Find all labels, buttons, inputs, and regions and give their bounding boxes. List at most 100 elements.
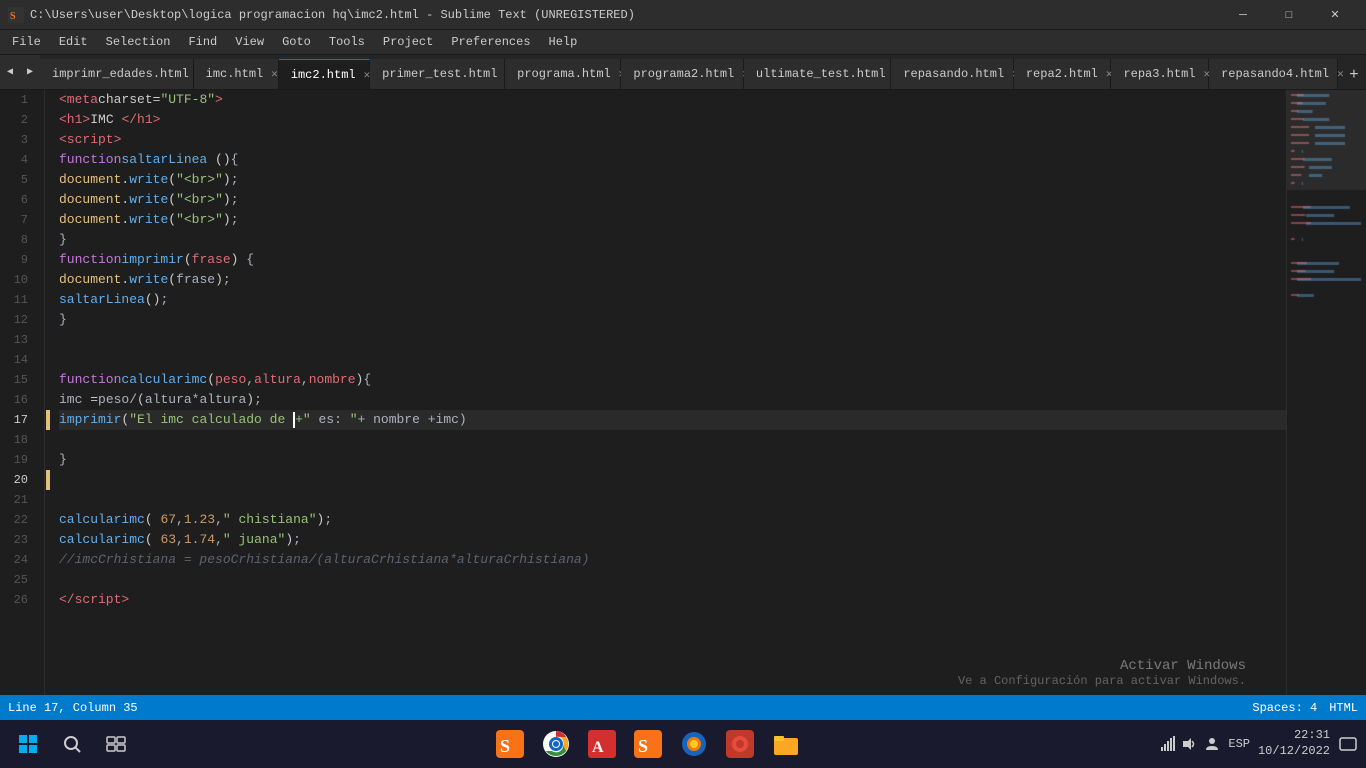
tab-repa2-html[interactable]: repa2.html✕	[1014, 59, 1112, 89]
taskbar-left	[8, 724, 136, 764]
taskbar-chrome-icon[interactable]	[536, 724, 576, 764]
close-button[interactable]: ✕	[1312, 0, 1358, 30]
line-number-3: 3	[0, 130, 36, 150]
taskbar-sublime-icon[interactable]: S	[490, 724, 530, 764]
tab-imc2-html[interactable]: imc2.html✕	[279, 59, 370, 89]
tab-repasando-html[interactable]: repasando.html✕	[891, 59, 1014, 89]
menu-item-goto[interactable]: Goto	[274, 32, 319, 53]
status-right: Spaces: 4 HTML	[1252, 701, 1358, 715]
line-number-19: 19	[0, 450, 36, 470]
tab-repa3-html[interactable]: repa3.html✕	[1111, 59, 1209, 89]
menu-item-view[interactable]: View	[227, 32, 272, 53]
code-line-12: }	[59, 310, 1286, 330]
editor: 1234567891011121314151617181920212223242…	[0, 90, 1366, 695]
tab-label: imc.html	[206, 67, 264, 81]
line-number-13: 13	[0, 330, 36, 350]
code-line-13	[59, 330, 1286, 350]
status-left: Line 17, Column 35	[8, 701, 138, 715]
menu-item-selection[interactable]: Selection	[98, 32, 179, 53]
line-number-14: 14	[0, 350, 36, 370]
code-line-26: </script>	[59, 590, 1286, 610]
code-line-18	[59, 430, 1286, 450]
status-line-col: Line 17, Column 35	[8, 701, 138, 715]
svg-text:S: S	[638, 736, 648, 756]
code-line-25	[59, 570, 1286, 590]
tab-scroll-left[interactable]: ◀	[0, 55, 20, 89]
notification-icon[interactable]	[1338, 734, 1358, 754]
clock-time: 22:31	[1258, 728, 1330, 744]
code-line-5: document.write("<br>");	[59, 170, 1286, 190]
minimap-canvas	[1287, 90, 1366, 695]
code-line-19: }	[59, 450, 1286, 470]
start-button[interactable]	[8, 724, 48, 764]
code-line-14	[59, 350, 1286, 370]
window-controls[interactable]: ─ □ ✕	[1220, 0, 1358, 30]
code-line-1: <meta charset="UTF-8">	[59, 90, 1286, 110]
tab-bar: ◀ ▶ imprimr_edades.html✕imc.html✕imc2.ht…	[0, 55, 1366, 90]
title-bar: S C:\Users\user\Desktop\logica programac…	[0, 0, 1366, 30]
window-title: C:\Users\user\Desktop\logica programacio…	[30, 8, 635, 22]
windows-activation-notice: Activar Windows Ve a Configuración para …	[958, 658, 1246, 688]
line-number-15: 15	[0, 370, 36, 390]
taskbar-firefox-icon[interactable]	[674, 724, 714, 764]
system-tray-icons[interactable]	[1160, 736, 1220, 752]
code-line-10: document.write(frase);	[59, 270, 1286, 290]
indicator-20	[46, 470, 50, 490]
line-number-21: 21	[0, 490, 36, 510]
menu-item-file[interactable]: File	[4, 32, 49, 53]
tab-label: ultimate_test.html	[756, 67, 886, 81]
code-line-24: //imcCrhistiana = pesoCrhistiana/(altura…	[59, 550, 1286, 570]
tab-scroll-right[interactable]: ▶	[20, 55, 40, 89]
code-line-22: calcularimc( 67,1.23 ," chistiana");	[59, 510, 1286, 530]
taskbar: S A S	[0, 720, 1366, 768]
keyboard-language: ESP	[1228, 737, 1250, 751]
line-number-23: 23	[0, 530, 36, 550]
tab-label: repa2.html	[1026, 67, 1098, 81]
line-number-22: 22	[0, 510, 36, 530]
minimize-button[interactable]: ─	[1220, 0, 1266, 30]
taskbar-center: S A S	[490, 724, 806, 764]
code-line-21	[59, 490, 1286, 510]
taskbar-sublime2-icon[interactable]: S	[628, 724, 668, 764]
tab-repasando4-html[interactable]: repasando4.html✕	[1209, 59, 1338, 89]
tab-programa2-html[interactable]: programa2.html✕	[621, 59, 744, 89]
tab-label: imprimr_edades.html	[52, 67, 189, 81]
tab-primer_test-html[interactable]: primer_test.html✕	[370, 59, 505, 89]
menu-item-edit[interactable]: Edit	[51, 32, 96, 53]
code-line-6: document.write("<br>");	[59, 190, 1286, 210]
search-button[interactable]	[52, 724, 92, 764]
taskbar-acrobat-icon[interactable]: A	[582, 724, 622, 764]
tab-imc-html[interactable]: imc.html✕	[194, 59, 279, 89]
tab-label: repasando4.html	[1221, 67, 1329, 81]
code-line-7: document.write("<br>");	[59, 210, 1286, 230]
tab-programa-html[interactable]: programa.html✕	[505, 59, 621, 89]
taskbar-folder-icon[interactable]	[766, 724, 806, 764]
indicator-17	[46, 410, 50, 430]
menu-item-project[interactable]: Project	[375, 32, 441, 53]
line-number-24: 24	[0, 550, 36, 570]
code-line-23: calcularimc( 63,1.74, " juana");	[59, 530, 1286, 550]
menu-item-tools[interactable]: Tools	[321, 32, 373, 53]
line-number-6: 6	[0, 190, 36, 210]
line-number-9: 9	[0, 250, 36, 270]
minimap	[1286, 90, 1366, 695]
maximize-button[interactable]: □	[1266, 0, 1312, 30]
code-line-4: function saltarLinea (){	[59, 150, 1286, 170]
menu-item-find[interactable]: Find	[180, 32, 225, 53]
taskbar-misc-icon[interactable]	[720, 724, 760, 764]
menu-item-preferences[interactable]: Preferences	[443, 32, 538, 53]
system-clock[interactable]: 22:31 10/12/2022	[1258, 728, 1330, 759]
line-numbers: 1234567891011121314151617181920212223242…	[0, 90, 45, 695]
tab-ultimate_test-html[interactable]: ultimate_test.html✕	[744, 59, 891, 89]
menu-item-help[interactable]: Help	[541, 32, 586, 53]
svg-text:S: S	[10, 11, 16, 22]
network-icon	[1160, 736, 1176, 752]
code-area[interactable]: <meta charset="UTF-8"> <h1>IMC </h1> <sc…	[51, 90, 1286, 695]
tab-imprimr_edades-html[interactable]: imprimr_edades.html✕	[40, 59, 194, 89]
menu-bar: FileEditSelectionFindViewGotoToolsProjec…	[0, 30, 1366, 55]
taskbar-right: ESP 22:31 10/12/2022	[1160, 728, 1358, 759]
title-bar-left: S C:\Users\user\Desktop\logica programac…	[8, 7, 635, 23]
svg-text:A: A	[592, 739, 604, 756]
new-tab-button[interactable]: +	[1342, 61, 1366, 89]
task-view-button[interactable]	[96, 724, 136, 764]
